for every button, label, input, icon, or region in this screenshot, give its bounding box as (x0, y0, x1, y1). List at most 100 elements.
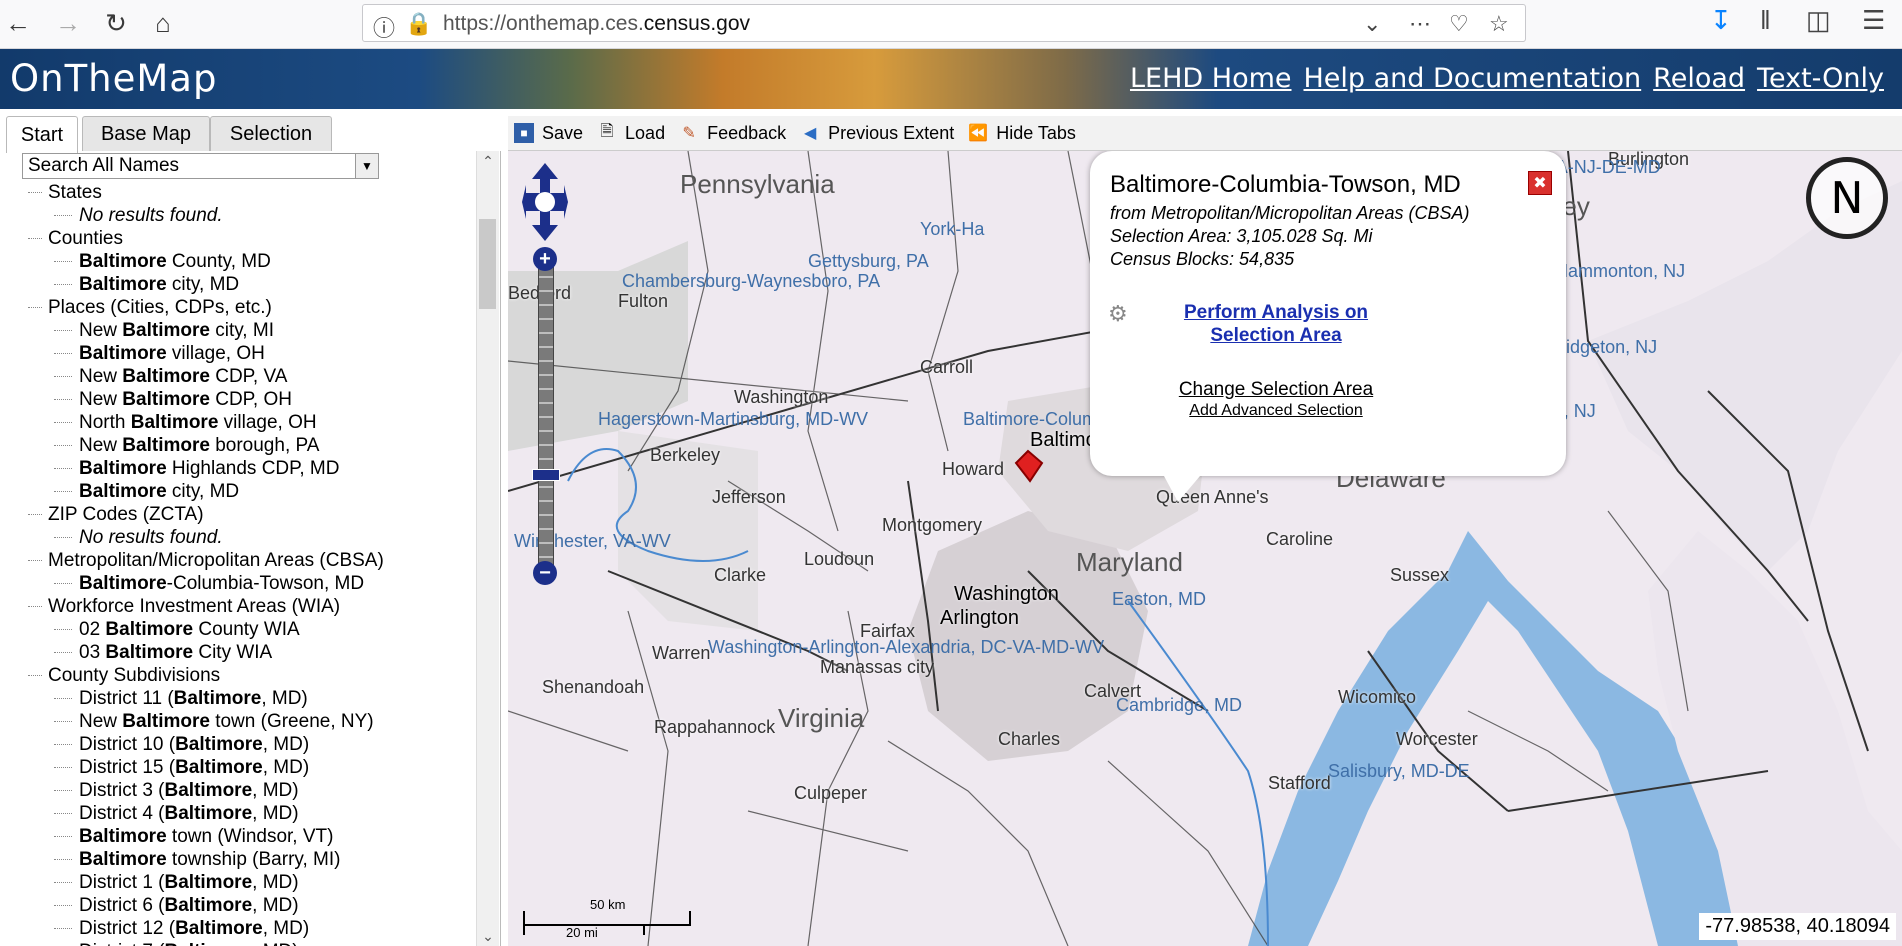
search-results-panel: Search All Names ▼ States No results foun… (0, 151, 501, 946)
search-all-names-select[interactable]: Search All Names ▼ (22, 153, 379, 179)
result-item[interactable]: Baltimore city, MD (22, 480, 462, 503)
result-item[interactable]: New Baltimore town (Greene, NY) (22, 710, 462, 733)
zoom-slider[interactable] (538, 259, 554, 571)
result-prefix: New (79, 320, 123, 341)
result-item[interactable]: North Baltimore village, OH (22, 411, 462, 434)
map-canvas[interactable]: PennsylvaniaNew JerseyMarylandVirginiaDe… (508, 151, 1902, 946)
result-item[interactable]: 03 Baltimore City WIA (22, 641, 462, 664)
zoom-in-button[interactable]: + (533, 247, 557, 271)
result-suffix: city, MD (166, 274, 240, 295)
pan-arrows-icon[interactable] (522, 163, 568, 241)
more-icon[interactable]: ⋯ (1409, 11, 1431, 37)
map-label-county: Clarke (714, 565, 767, 585)
result-item[interactable]: New Baltimore borough, PA (22, 434, 462, 457)
change-selection-link[interactable]: Change Selection Area (1120, 379, 1432, 401)
forward-icon[interactable]: → (50, 5, 86, 41)
result-suffix: , MD) (261, 688, 308, 709)
tree-category: Workforce Investment Areas (WIA) (22, 595, 462, 618)
result-item[interactable]: District 10 (Baltimore, MD) (22, 733, 462, 756)
zoom-slider-handle[interactable] (532, 469, 560, 481)
dropdown-arrow-icon[interactable]: ▼ (355, 154, 378, 178)
result-match: Baltimore (79, 826, 167, 847)
url-bar[interactable]: ⓘ 🔒 https://onthemap.ces.census.gov ⌄ ⋯ … (362, 4, 1526, 42)
add-advanced-selection-link[interactable]: Add Advanced Selection (1120, 402, 1432, 420)
result-item[interactable]: District 7 (Baltimore, MD) (22, 940, 462, 946)
pocket-icon[interactable]: ♡ (1449, 11, 1469, 37)
map-label-county: Washington (734, 387, 829, 407)
menu-icon[interactable]: ☰ (1862, 5, 1885, 36)
reload-icon[interactable]: ↻ (98, 5, 134, 41)
result-item[interactable]: New Baltimore CDP, VA (22, 365, 462, 388)
result-item[interactable]: District 12 (Baltimore, MD) (22, 917, 462, 940)
back-icon[interactable]: ← (0, 5, 36, 41)
sidebar-icon[interactable]: ◫ (1806, 5, 1831, 36)
reload-link[interactable]: Reload (1653, 63, 1745, 94)
url-text[interactable]: https://onthemap.ces.census.gov (443, 12, 750, 36)
tree-category: States (22, 181, 462, 204)
result-item[interactable]: District 3 (Baltimore, MD) (22, 779, 462, 802)
result-match: Baltimore (105, 642, 194, 663)
map-label-county: Loudoun (804, 549, 875, 569)
info-icon[interactable]: ⓘ (373, 11, 395, 43)
feedback-button[interactable]: ✎ Feedback (679, 123, 786, 144)
load-label: Load (625, 122, 666, 143)
previous-extent-icon: ◀ (803, 125, 817, 142)
result-item[interactable]: Baltimore Highlands CDP, MD (22, 457, 462, 480)
hide-tabs-button[interactable]: ⏪ Hide Tabs (968, 123, 1076, 144)
result-prefix: District 12 ( (79, 918, 176, 939)
result-item[interactable]: 02 Baltimore County WIA (22, 618, 462, 641)
download-icon[interactable]: ↧ (1710, 5, 1732, 36)
result-item[interactable]: Baltimore village, OH (22, 342, 462, 365)
result-item[interactable]: Baltimore County, MD (22, 250, 462, 273)
result-match: Baltimore (164, 872, 253, 893)
save-button[interactable]: ■ Save (514, 123, 583, 144)
map-label-state: Virginia (778, 703, 865, 733)
scrollbar-thumb[interactable] (479, 219, 496, 309)
result-match: Baltimore (175, 734, 263, 755)
close-icon[interactable]: ✖ (1528, 171, 1552, 195)
result-match: Baltimore (79, 458, 167, 479)
lock-icon[interactable]: 🔒 (405, 11, 432, 37)
result-item[interactable]: Baltimore-Columbia-Towson, MD (22, 572, 462, 595)
result-suffix: CDP, VA (209, 366, 288, 387)
vertical-scrollbar[interactable]: ⌃ ⌄ (476, 151, 499, 946)
scroll-up-icon[interactable]: ⌃ (477, 151, 499, 171)
result-item[interactable]: District 1 (Baltimore, MD) (22, 871, 462, 894)
tab-start[interactable]: Start (6, 116, 78, 153)
result-suffix: town (Windsor, VT) (166, 826, 334, 847)
save-label: Save (542, 122, 584, 143)
previous-extent-button[interactable]: ◀ Previous Extent (800, 123, 954, 144)
home-icon[interactable]: ⌂ (145, 5, 181, 41)
result-item[interactable]: District 6 (Baltimore, MD) (22, 894, 462, 917)
bookmark-star-icon[interactable]: ☆ (1489, 11, 1509, 37)
scroll-down-icon[interactable]: ⌄ (477, 926, 499, 946)
perform-analysis-link[interactable]: Perform Analysis on Selection Area (1150, 301, 1402, 347)
north-arrow-icon[interactable]: N (1806, 157, 1888, 239)
result-prefix: 02 (79, 619, 106, 640)
result-item[interactable]: District 15 (Baltimore, MD) (22, 756, 462, 779)
load-button[interactable]: 🗎 Load (597, 123, 665, 144)
feedback-label: Feedback (707, 122, 787, 143)
lehd-home-link[interactable]: LEHD Home (1130, 63, 1292, 94)
zoom-out-button[interactable]: − (533, 561, 557, 585)
no-results-text: No results found. (22, 526, 462, 549)
result-prefix: New (79, 435, 123, 456)
result-item[interactable]: New Baltimore city, MI (22, 319, 462, 342)
tab-base-map[interactable]: Base Map (82, 116, 210, 151)
library-icon[interactable]: ‖ (1760, 5, 1771, 36)
help-link[interactable]: Help and Documentation (1304, 63, 1642, 94)
result-match: Baltimore (173, 688, 262, 709)
result-item[interactable]: District 4 (Baltimore, MD) (22, 802, 462, 825)
chevron-down-icon[interactable]: ⌄ (1363, 11, 1381, 37)
result-item[interactable]: Baltimore city, MD (22, 273, 462, 296)
result-item[interactable]: District 11 (Baltimore, MD) (22, 687, 462, 710)
result-item[interactable]: Baltimore township (Barry, MI) (22, 848, 462, 871)
gear-icon: ⚙ (1108, 301, 1128, 326)
text-only-link[interactable]: Text-Only (1757, 63, 1884, 94)
result-prefix: District 11 ( (79, 688, 174, 709)
load-icon: 🗎 (600, 122, 614, 140)
map-label-county: Rappahannock (654, 717, 776, 737)
result-item[interactable]: New Baltimore CDP, OH (22, 388, 462, 411)
result-item[interactable]: Baltimore town (Windsor, VT) (22, 825, 462, 848)
tab-selection[interactable]: Selection (210, 116, 332, 151)
